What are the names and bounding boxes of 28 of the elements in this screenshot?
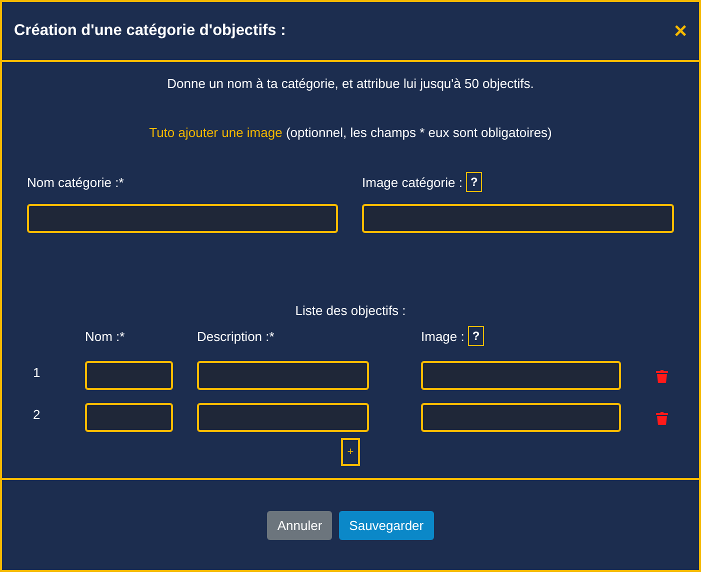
intro-text: Donne un nom à ta catégorie, et attribue lui jusqu'à 50 objectifs.	[167, 76, 534, 91]
help-button[interactable]: ?	[468, 326, 484, 346]
help-button[interactable]: ?	[466, 172, 482, 192]
input-field[interactable]	[197, 403, 369, 432]
input-field[interactable]	[197, 361, 369, 390]
column-header: Nom :*	[85, 328, 125, 344]
input-field[interactable]	[85, 361, 173, 390]
input-field[interactable]	[362, 204, 674, 233]
tutorial-link[interactable]: Tuto ajouter une image	[149, 125, 282, 140]
input-field[interactable]	[421, 361, 621, 390]
field-label: Nom catégorie :*	[27, 174, 124, 190]
field-label: Image catégorie :	[362, 174, 462, 190]
tutorial-text: Tuto ajouter une image (optionnel, les champs * eux sont obligatoires)	[149, 125, 552, 140]
input-field[interactable]	[85, 403, 173, 432]
modal-title: Création d'une catégorie d'objectifs :	[14, 22, 286, 40]
trash-icon[interactable]	[655, 410, 669, 424]
column-header: Description :*	[197, 328, 274, 344]
save-button[interactable]: Sauvegarder	[339, 510, 434, 540]
input-field[interactable]	[27, 204, 338, 233]
column-header: Image :	[421, 328, 464, 344]
row-number: 1	[33, 364, 42, 380]
row-number: 2	[33, 406, 42, 422]
cancel-button[interactable]: Annuler	[267, 510, 332, 540]
trash-icon[interactable]	[655, 368, 669, 382]
add-button[interactable]: +	[341, 438, 360, 466]
list-title: Liste des objectifs :	[295, 303, 406, 318]
close-button[interactable]: ×	[674, 20, 687, 42]
input-field[interactable]	[421, 403, 621, 432]
